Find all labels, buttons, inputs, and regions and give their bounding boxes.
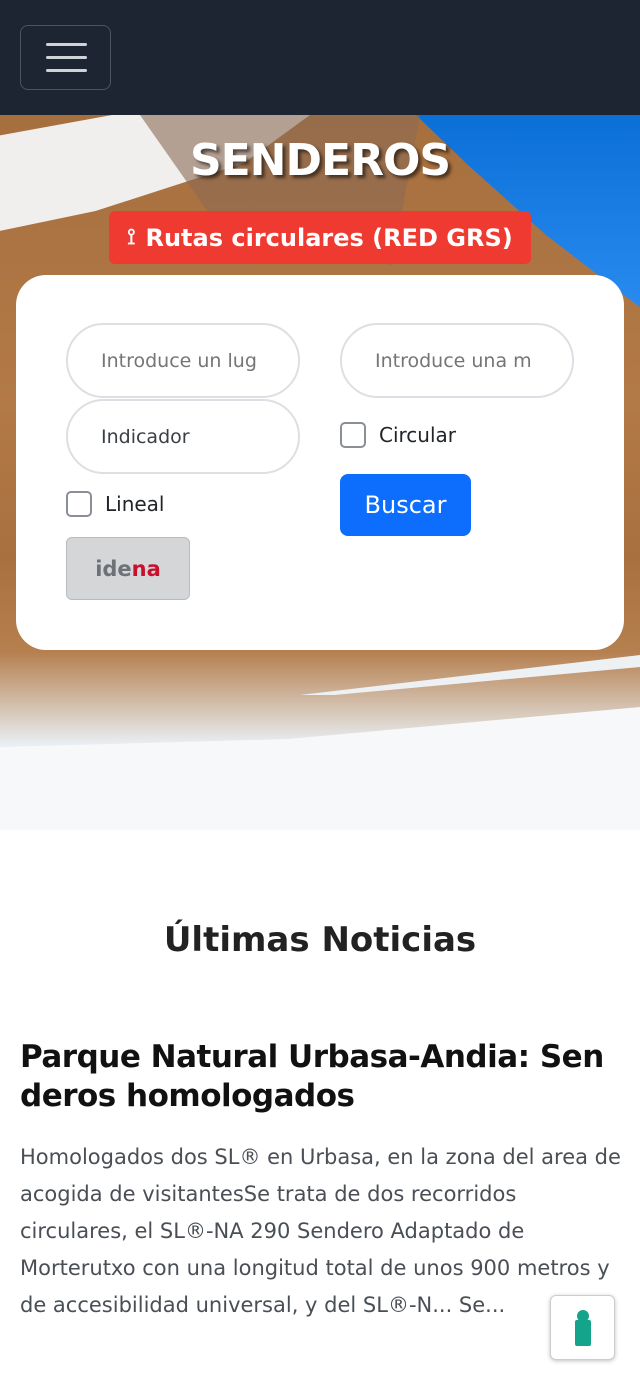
circular-label: Circular <box>379 423 457 447</box>
lineal-checkbox[interactable]: Lineal <box>66 491 165 517</box>
matricula-input[interactable] <box>340 323 574 398</box>
menu-bar <box>46 56 87 59</box>
routes-badge[interactable]: ⟟ Rutas circulares (RED GRS) <box>109 211 531 264</box>
news-item-title[interactable]: Parque Natural Urbasa-Andia: Sen deros h… <box>20 1038 620 1116</box>
search-button[interactable]: Buscar <box>340 474 471 536</box>
hero-title: SENDEROS <box>189 135 451 186</box>
news-section-title: Últimas Noticias <box>163 920 477 960</box>
menu-bar <box>46 43 87 46</box>
idena-logo-part2: na <box>131 556 161 581</box>
idena-logo-button[interactable]: ide na <box>66 537 190 600</box>
keyhole-icon <box>574 1309 592 1346</box>
lineal-label: Lineal <box>105 492 165 516</box>
idena-logo-part1: ide <box>95 556 132 581</box>
news-item-excerpt: Homologados dos SL® en Urbasa, en la zon… <box>20 1145 621 1317</box>
hero-snow-bottom <box>0 707 640 830</box>
routes-badge-label: Rutas circulares (RED GRS) <box>145 223 513 252</box>
hamburger-menu-icon[interactable] <box>20 25 111 90</box>
hero-snow-streak <box>300 655 640 695</box>
route-icon: ⟟ <box>127 225 136 250</box>
place-input[interactable] <box>66 323 300 398</box>
top-navbar <box>0 0 640 115</box>
indicator-input[interactable] <box>66 399 300 474</box>
circular-checkbox[interactable]: Circular <box>340 422 456 448</box>
menu-bar <box>46 69 87 72</box>
checkbox-box[interactable] <box>66 491 92 517</box>
search-card: Circular Lineal Buscar idena <box>16 275 624 650</box>
accessibility-button[interactable] <box>550 1295 615 1360</box>
checkbox-box[interactable] <box>340 422 366 448</box>
